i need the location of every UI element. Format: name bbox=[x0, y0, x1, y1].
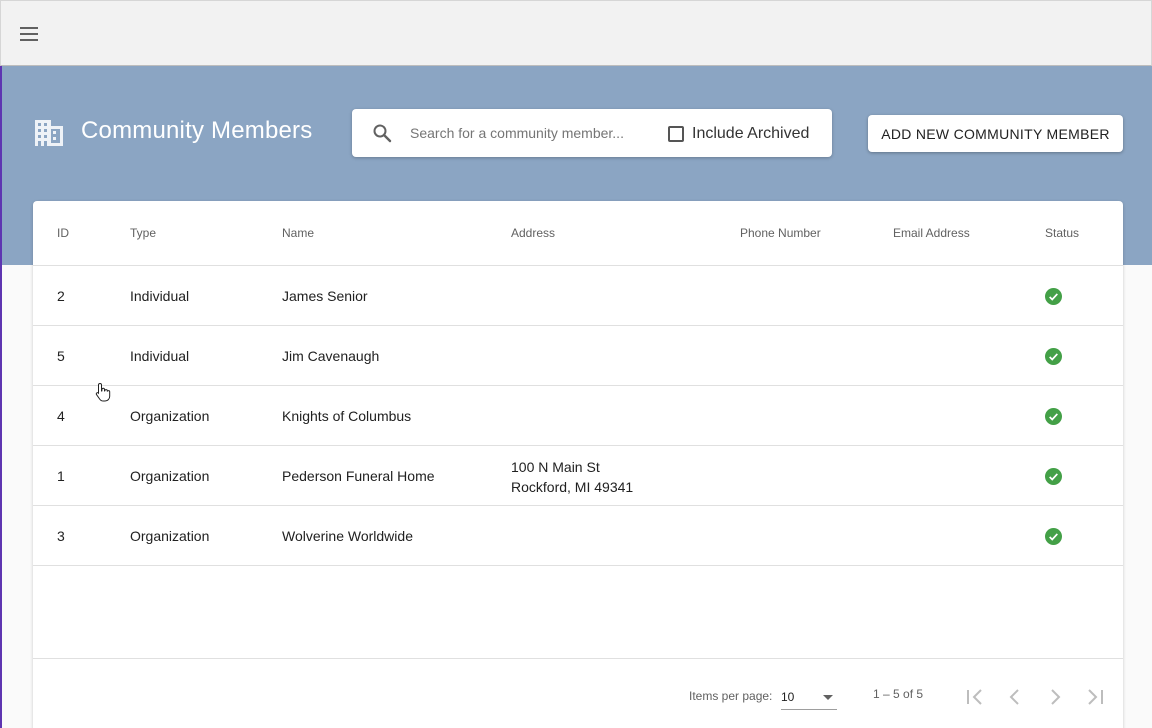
items-per-page-label: Items per page: bbox=[689, 689, 773, 703]
search-icon bbox=[373, 124, 392, 143]
page-size-value: 10 bbox=[781, 690, 795, 704]
cell-address: 100 N Main St Rockford, MI 49341 bbox=[511, 457, 633, 497]
cell-name: James Senior bbox=[282, 288, 368, 304]
menu-icon[interactable] bbox=[17, 22, 43, 46]
active-check-icon bbox=[1045, 288, 1062, 305]
cell-id: 1 bbox=[57, 468, 65, 484]
paginator: Items per page: 10 1 – 5 of 5 bbox=[33, 658, 1123, 728]
search-input[interactable] bbox=[410, 122, 660, 144]
active-check-icon bbox=[1045, 528, 1062, 545]
hand-cursor-icon bbox=[95, 382, 111, 402]
cell-name: Jim Cavenaugh bbox=[282, 348, 380, 364]
first-page-icon[interactable] bbox=[961, 683, 989, 711]
column-header-phone[interactable]: Phone Number bbox=[740, 226, 821, 240]
column-header-status[interactable]: Status bbox=[1045, 226, 1079, 240]
members-table: ID Type Name Address Phone Number Email … bbox=[33, 201, 1123, 728]
active-check-icon bbox=[1045, 408, 1062, 425]
top-bar bbox=[0, 0, 1152, 66]
search-box: Include Archived bbox=[352, 109, 832, 157]
column-header-address[interactable]: Address bbox=[511, 226, 555, 240]
table-row[interactable]: 1 Organization Pederson Funeral Home 100… bbox=[33, 446, 1123, 506]
cell-id: 5 bbox=[57, 348, 65, 364]
address-line-2: Rockford, MI 49341 bbox=[511, 479, 634, 495]
table-row[interactable]: 5 Individual Jim Cavenaugh bbox=[33, 326, 1123, 386]
include-archived-checkbox[interactable] bbox=[668, 126, 684, 142]
address-line-1: 100 N Main St bbox=[511, 459, 600, 475]
cell-id: 2 bbox=[57, 288, 65, 304]
cell-type: Organization bbox=[130, 528, 210, 544]
column-header-id[interactable]: ID bbox=[57, 226, 69, 240]
cell-type: Individual bbox=[130, 348, 190, 364]
active-check-icon bbox=[1045, 348, 1062, 365]
cell-name: Wolverine Worldwide bbox=[282, 528, 413, 544]
cell-id: 4 bbox=[57, 408, 65, 424]
dropdown-arrow-icon bbox=[823, 695, 833, 700]
page-title: Community Members bbox=[81, 117, 313, 144]
column-header-name[interactable]: Name bbox=[282, 226, 314, 240]
cell-type: Individual bbox=[130, 288, 190, 304]
column-header-type[interactable]: Type bbox=[130, 226, 156, 240]
table-row[interactable]: 2 Individual James Senior bbox=[33, 266, 1123, 326]
include-archived-label: Include Archived bbox=[692, 125, 810, 142]
table-header: ID Type Name Address Phone Number Email … bbox=[33, 201, 1123, 266]
next-page-icon[interactable] bbox=[1041, 683, 1069, 711]
cell-id: 3 bbox=[57, 528, 65, 544]
building-icon bbox=[35, 120, 63, 146]
cell-type: Organization bbox=[130, 468, 210, 484]
table-row[interactable]: 3 Organization Wolverine Worldwide bbox=[33, 506, 1123, 566]
previous-page-icon[interactable] bbox=[1001, 683, 1029, 711]
cell-type: Organization bbox=[130, 408, 210, 424]
column-header-email[interactable]: Email Address bbox=[893, 226, 970, 240]
range-label: 1 – 5 of 5 bbox=[873, 687, 924, 701]
table-row[interactable]: 4 Organization Knights of Columbus bbox=[33, 386, 1123, 446]
active-check-icon bbox=[1045, 468, 1062, 485]
add-community-member-button[interactable]: ADD NEW COMMUNITY MEMBER bbox=[868, 115, 1123, 152]
cell-name: Pederson Funeral Home bbox=[282, 468, 435, 484]
last-page-icon[interactable] bbox=[1081, 683, 1109, 711]
page-size-select[interactable]: 10 bbox=[781, 686, 837, 710]
include-archived-toggle[interactable]: Include Archived bbox=[668, 123, 809, 145]
cell-name: Knights of Columbus bbox=[282, 408, 412, 424]
